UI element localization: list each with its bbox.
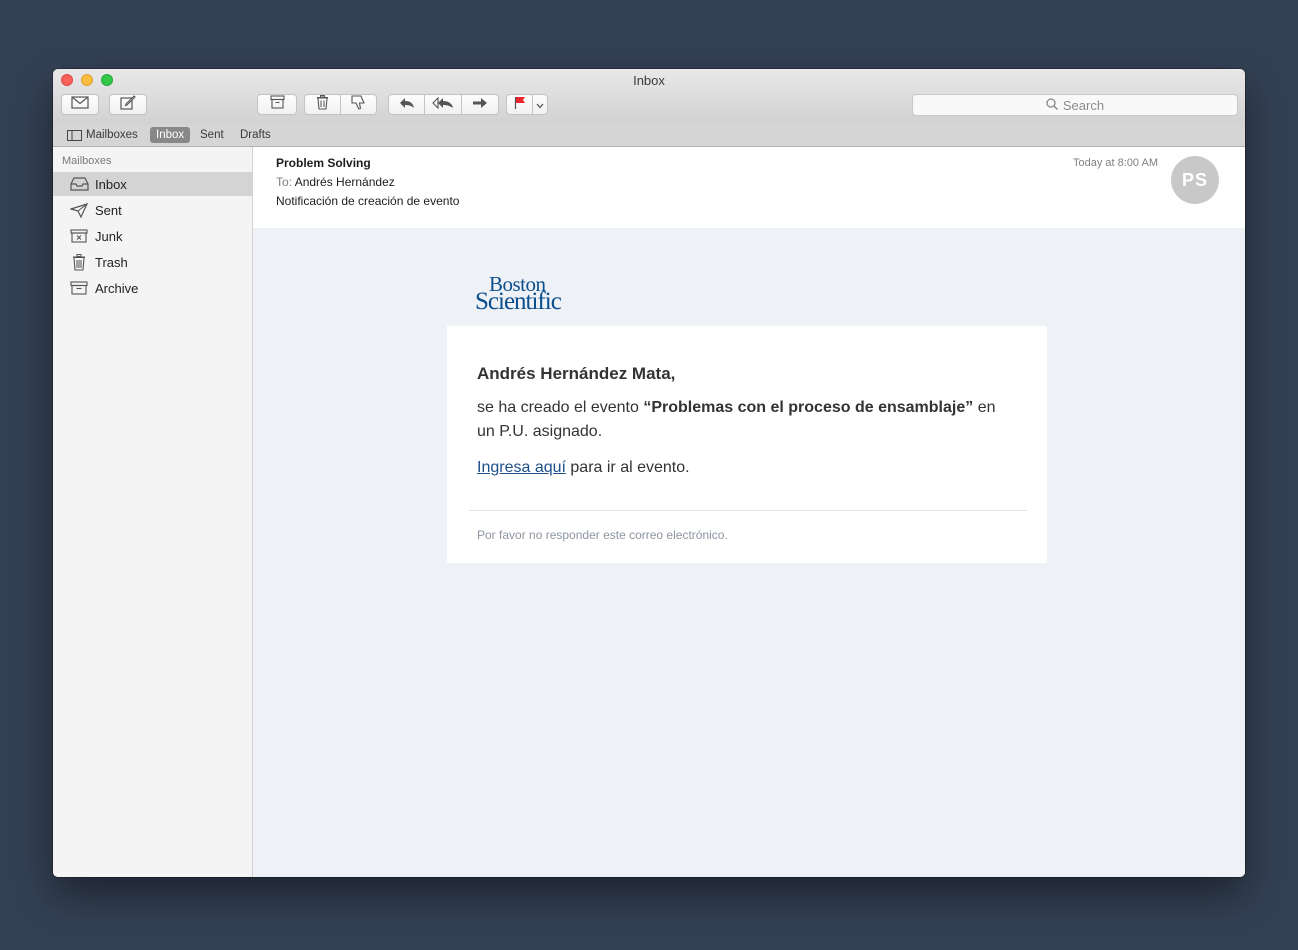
body-prefix: se ha creado el evento [477, 399, 644, 416]
mailboxes-label: Mailboxes [86, 129, 138, 141]
sidebar-item-inbox[interactable]: Inbox [53, 172, 252, 196]
favorite-drafts[interactable]: Drafts [240, 127, 271, 143]
sidebar-item-trash[interactable]: Trash [53, 250, 252, 274]
link-suffix: para ir al evento. [565, 459, 690, 476]
message-header: Problem Solving To: Andrés Hernández Not… [253, 147, 1245, 228]
message-body: Boston Scientific Andrés Hernández Mata,… [253, 228, 1245, 877]
message-date: Today at 8:00 AM [1073, 157, 1158, 169]
window-title: Inbox [633, 73, 665, 88]
email-paragraph: se ha creado el evento “Problemas con el… [477, 396, 1017, 444]
chevron-down-icon [536, 96, 544, 114]
archive-button[interactable] [257, 94, 297, 115]
compose-button[interactable] [109, 94, 147, 115]
reply-button[interactable] [389, 95, 424, 114]
sidebar-item-label: Archive [95, 280, 139, 296]
email-card: Andrés Hernández Mata, se ha creado el e… [447, 326, 1047, 563]
inbox-icon [69, 177, 89, 191]
email-greeting: Andrés Hernández Mata, [477, 364, 676, 383]
envelope-icon [71, 95, 89, 114]
email-link-paragraph: Ingresa aquí para ir al evento. [477, 459, 690, 477]
flag-group [506, 94, 548, 115]
recipient-name: Andrés Hernández [294, 175, 395, 189]
sender-avatar: PS [1171, 156, 1219, 204]
email-footer: Por favor no responder este correo elect… [477, 528, 728, 542]
to-label: To: [276, 175, 293, 189]
sidebar-item-label: Sent [95, 202, 122, 218]
title-bar: Inbox Search [53, 69, 1245, 125]
reply-all-icon [432, 96, 454, 114]
junk-icon [69, 229, 89, 243]
paper-plane-icon [69, 202, 89, 218]
reply-icon [399, 96, 415, 114]
recipient-line: To: Andrés Hernández [276, 175, 395, 189]
sidebar-toggle-icon [67, 129, 82, 141]
search-field[interactable]: Search [912, 94, 1238, 116]
archive-icon [269, 95, 285, 114]
event-link[interactable]: Ingresa aquí [477, 459, 566, 476]
forward-arrow-icon [472, 96, 488, 114]
sidebar-item-archive[interactable]: Archive [53, 276, 252, 300]
message-subject: Notificación de creación de evento [276, 194, 460, 208]
footer-divider [469, 510, 1027, 511]
get-mail-button[interactable] [61, 94, 99, 115]
favorite-sent[interactable]: Sent [200, 127, 224, 143]
archive-icon [69, 281, 89, 295]
red-flag-icon [514, 96, 526, 114]
sidebar-item-sent[interactable]: Sent [53, 198, 252, 222]
sidebar-item-label: Inbox [95, 176, 127, 192]
logo-line-2: Scientific [475, 288, 562, 316]
mailbox-sidebar: Mailboxes Inbox Sent Junk Trash Archive [53, 147, 253, 877]
reply-all-button[interactable] [424, 95, 460, 114]
favorite-inbox[interactable]: Inbox [150, 127, 191, 143]
sidebar-item-label: Junk [95, 228, 123, 244]
sender-name: Problem Solving [276, 156, 371, 170]
compose-icon [120, 94, 136, 115]
thumbs-down-icon [351, 95, 366, 114]
trash-icon [316, 95, 329, 114]
event-name: “Problemas con el proceso de ensamblaje” [643, 399, 974, 416]
sidebar-heading: Mailboxes [62, 155, 112, 167]
delete-junk-group [304, 94, 377, 115]
mailboxes-toggle[interactable]: Mailboxes [67, 127, 138, 143]
search-icon [1046, 97, 1063, 113]
flag-button[interactable] [507, 95, 532, 114]
trash-icon [69, 253, 89, 271]
search-placeholder: Search [1062, 97, 1105, 113]
delete-button[interactable] [305, 95, 340, 114]
forward-button[interactable] [460, 95, 498, 114]
favorites-bar: Mailboxes Inbox Sent Drafts [53, 124, 1245, 147]
reply-group [388, 94, 499, 115]
sidebar-item-junk[interactable]: Junk [53, 224, 252, 248]
sidebar-item-label: Trash [95, 254, 128, 270]
boston-scientific-logo: Boston Scientific [475, 273, 562, 316]
junk-button[interactable] [340, 95, 376, 114]
flag-menu-button[interactable] [532, 95, 547, 114]
mail-window: Inbox Search Mailboxes Inbox Sent Drafts… [53, 69, 1245, 877]
